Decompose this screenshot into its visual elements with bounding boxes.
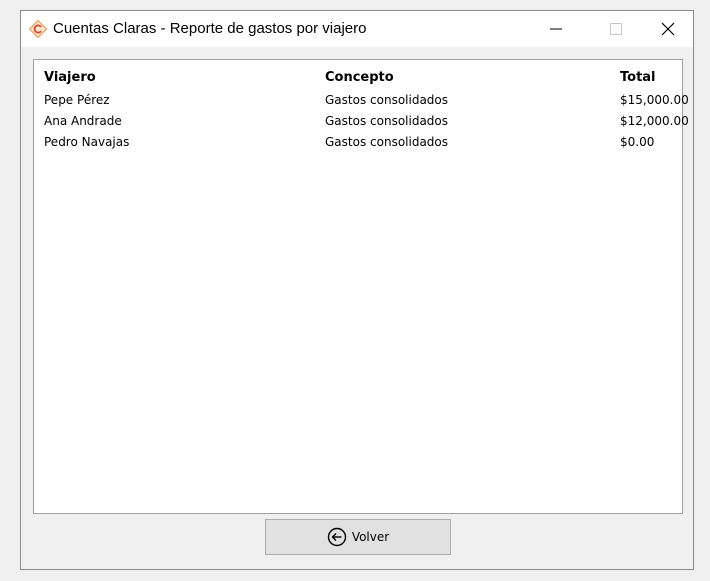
- minimize-button[interactable]: [533, 11, 579, 47]
- cell-concepto: Gastos consolidados: [325, 135, 449, 149]
- cell-concepto: Gastos consolidados: [325, 114, 449, 128]
- cell-viajero: Pedro Navajas: [44, 135, 130, 149]
- arrow-left-circle-icon: [327, 527, 347, 547]
- cell-total: $12,000.00: [620, 114, 689, 128]
- report-table: Viajero Concepto Total Pepe Pérez Gastos…: [33, 59, 689, 514]
- header-viajero: Viajero: [44, 70, 96, 85]
- minimize-icon: [550, 28, 562, 30]
- app-logo-icon: [29, 20, 47, 38]
- maximize-button[interactable]: [593, 11, 639, 47]
- close-icon: [661, 22, 675, 36]
- cell-viajero: Ana Andrade: [44, 114, 122, 128]
- close-button[interactable]: [645, 11, 691, 47]
- table-header: Viajero Concepto Total: [34, 70, 682, 90]
- window-title: Cuentas Claras - Reporte de gastos por v…: [53, 20, 367, 37]
- header-concepto: Concepto: [325, 70, 394, 85]
- back-button-label: Volver: [351, 530, 390, 544]
- cell-viajero: Pepe Pérez: [44, 93, 110, 107]
- table-row: Pepe Pérez Gastos consolidados $15,000.0…: [34, 93, 689, 113]
- cell-total: $0.00: [620, 135, 655, 149]
- maximize-icon: [610, 23, 622, 35]
- table-row: Ana Andrade Gastos consolidados $12,000.…: [34, 114, 689, 134]
- cell-concepto: Gastos consolidados: [325, 93, 449, 107]
- title-bar[interactable]: Cuentas Claras - Reporte de gastos por v…: [21, 11, 693, 47]
- report-window: Cuentas Claras - Reporte de gastos por v…: [20, 10, 694, 570]
- table-row: Pedro Navajas Gastos consolidados $0.00: [34, 135, 682, 155]
- cell-total: $15,000.00: [620, 93, 689, 107]
- back-button[interactable]: Volver: [265, 519, 451, 555]
- header-total: Total: [620, 70, 656, 85]
